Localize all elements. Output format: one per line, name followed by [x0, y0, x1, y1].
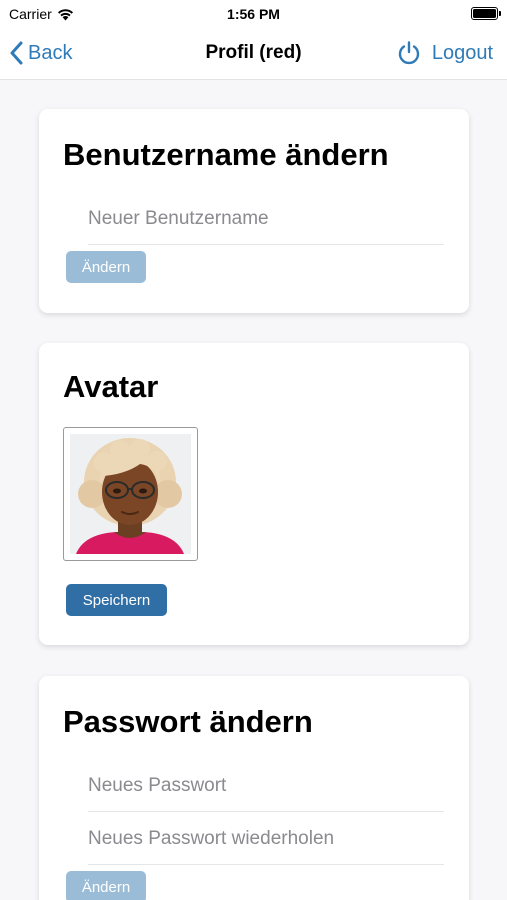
status-time: 1:56 PM — [227, 6, 280, 22]
avatar-card: Avatar Speichern — [39, 343, 469, 645]
change-password-button[interactable]: Ändern — [66, 871, 146, 900]
username-card-title: Benutzername ändern — [63, 137, 389, 172]
new-username-input[interactable] — [88, 193, 444, 244]
avatar-image — [76, 438, 184, 554]
battery-icon — [471, 7, 501, 20]
change-username-button[interactable]: Ändern — [66, 251, 146, 283]
logout-label: Logout — [431, 41, 493, 64]
repeat-password-input[interactable] — [88, 813, 444, 864]
power-icon — [398, 41, 419, 65]
password-card-title: Passwort ändern — [63, 704, 313, 739]
avatar-picker[interactable] — [63, 427, 198, 561]
status-bar: Carrier 1:56 PM — [0, 0, 507, 28]
logout-button[interactable]: Logout — [396, 38, 493, 68]
username-card: Benutzername ändern Ändern — [39, 109, 469, 313]
new-password-input[interactable] — [88, 760, 444, 811]
repeat-password-field-row — [88, 813, 444, 865]
new-username-field-row — [88, 193, 444, 245]
avatar-card-title: Avatar — [63, 369, 159, 404]
password-card: Passwort ändern Ändern — [39, 676, 469, 900]
new-password-field-row — [88, 760, 444, 812]
navigation-bar: Back Profil (red) Logout — [0, 28, 507, 80]
save-avatar-button[interactable]: Speichern — [66, 584, 167, 616]
